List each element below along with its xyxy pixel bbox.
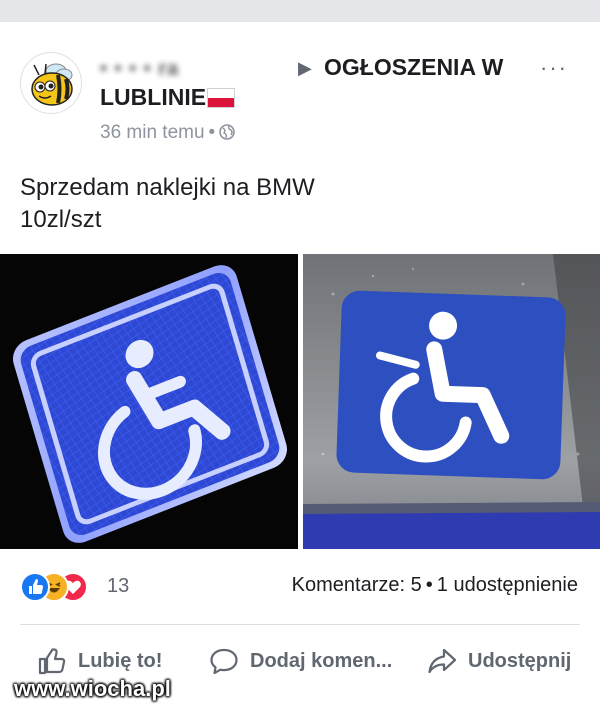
wheelchair-sticker-image-right [303,254,600,549]
group-name[interactable]: OGŁOSZENIA W [324,54,503,81]
separator-dot: • [208,122,216,143]
reaction-count: 13 [107,575,130,597]
site-watermark: www.wiocha.pl [14,676,171,701]
top-status-strip [0,0,600,22]
thumbs-up-icon [38,648,66,675]
more-options-icon[interactable]: ··· [540,55,568,81]
comment-button-label: Dodaj komen... [250,649,393,672]
share-button[interactable]: Udostępnij [426,644,571,678]
share-button-label: Udostępnij [468,649,572,672]
author-name-blurred[interactable]: • • • • ra [100,58,179,81]
poland-flag-icon [207,87,236,108]
group-name-second-line[interactable]: LUBLINIE [100,84,206,111]
group-avatar[interactable] [20,52,82,114]
post-body: Sprzedam naklejki na BMW 10zl/szt [20,172,315,236]
comments-count[interactable]: Komentarze: 5 [292,574,422,596]
comment-button[interactable]: Dodaj komen... [208,644,392,678]
globe-icon [219,124,236,140]
like-reaction-icon [20,572,50,602]
wheelchair-sticker-image-left [12,265,288,543]
post-photo-right[interactable] [303,254,600,549]
top-spacer [0,22,600,32]
like-button-label: Lubię to! [78,649,163,672]
post-text-line-1: Sprzedam naklejki na BMW [20,174,315,201]
post-meta: 36 min temu • [100,122,236,144]
post-header-line: • • • • ra ▶ OGŁOSZENIA W [100,52,540,82]
bee-avatar-icon [31,63,73,106]
share-icon [428,648,457,674]
like-button[interactable]: Lubię to! [36,644,162,678]
separator-dot: • [425,574,433,596]
post-timestamp[interactable]: 36 min temu [100,122,205,143]
post-text-line-2: 10zl/szt [20,206,102,233]
shares-count[interactable]: 1 udostępnienie [437,574,578,596]
post-photo-left[interactable] [0,254,298,549]
triangle-right-icon: ▶ [298,58,312,78]
comment-icon [210,648,238,675]
divider [20,624,580,625]
group-name-continued: LUBLINIE [100,84,236,114]
engagement-stats: Komentarze: 5 • 1 udostępnienie [292,574,578,597]
